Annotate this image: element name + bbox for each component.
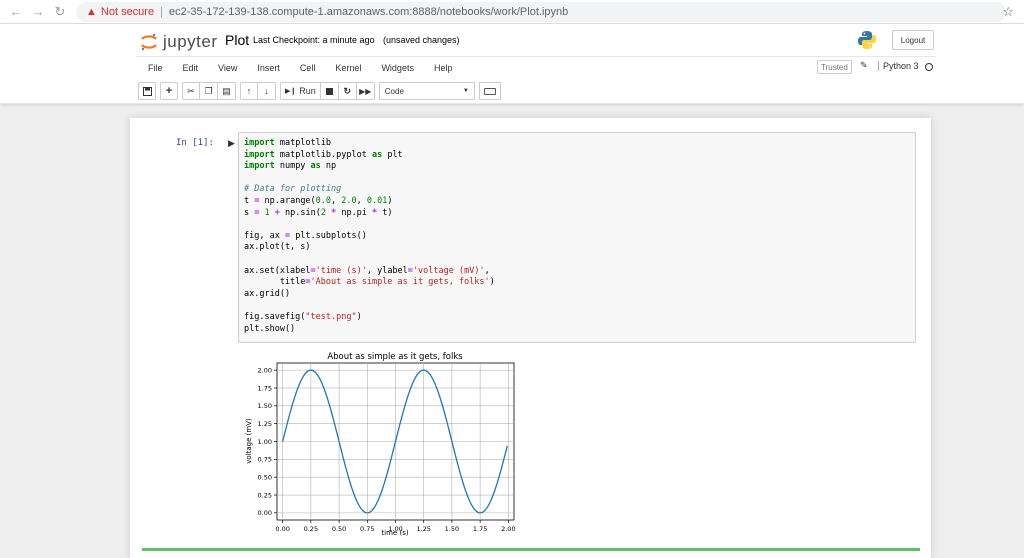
code-editor[interactable]: import matplotlib import matplotlib.pypl… — [244, 138, 495, 335]
menubar: File Edit View Insert Cell Kernel Widget… — [136, 56, 936, 78]
jupyter-header: jupyter Plot Last Checkpoint: a minute a… — [0, 24, 1024, 104]
menu-help[interactable]: Help — [424, 63, 463, 73]
security-label: Not secure — [100, 6, 155, 18]
fast-forward-icon: ▶▶ — [359, 86, 372, 96]
menu-file[interactable]: File — [136, 63, 173, 73]
warning-icon: ▲ — [86, 6, 97, 18]
address-bar[interactable]: ▲ Not secure | ec2-35-172-139-138.comput… — [76, 2, 1006, 22]
notebook-name[interactable]: Plot — [225, 32, 249, 48]
arrow-up-icon: ↑ — [246, 86, 252, 96]
trusted-badge[interactable]: Trusted — [817, 60, 852, 74]
copy-button[interactable]: ❐ — [200, 82, 218, 100]
forward-arrow-icon[interactable]: → — [30, 4, 46, 20]
input-prompt: In [1]: — [176, 138, 214, 148]
x-tick-label: 0.25 — [304, 525, 318, 533]
reload-icon[interactable]: ↻ — [52, 4, 68, 20]
save-icon — [142, 86, 152, 96]
restart-icon: ↻ — [343, 85, 352, 96]
x-tick-label: 0.75 — [360, 525, 374, 533]
y-tick-label: 1.25 — [258, 420, 272, 428]
notebook-toolbar: + ✂ ❐ ▤ ↑ ↓ ▶❙ Run ↻ ▶▶ Code ▼ — [138, 81, 501, 101]
insert-cell-button[interactable]: + — [160, 82, 178, 100]
step-forward-icon: ▶❙ — [285, 88, 297, 95]
y-tick-label: 0.25 — [258, 491, 272, 499]
y-tick-label: 1.50 — [258, 402, 272, 410]
logout-button[interactable]: Logout — [892, 30, 934, 50]
menu-edit[interactable]: Edit — [173, 63, 209, 73]
url-text: ec2-35-172-139-138.compute-1.amazonaws.c… — [168, 6, 569, 18]
x-tick-label: 0.00 — [275, 525, 289, 533]
restart-run-all-button[interactable]: ▶▶ — [356, 82, 375, 100]
chart-title: About as simple as it gets, folks — [327, 352, 463, 362]
back-arrow-icon[interactable]: ← — [8, 4, 24, 20]
command-palette-button[interactable] — [478, 82, 501, 100]
plot-output: About as simple as it gets, folks 0.00 0.… — [245, 352, 516, 537]
unsaved-status: (unsaved changes) — [383, 35, 460, 45]
x-tick-label: 0.50 — [332, 525, 346, 533]
paste-icon: ▤ — [222, 85, 231, 96]
x-tick-label: 1.75 — [473, 525, 487, 533]
run-button[interactable]: ▶❙ Run — [280, 82, 321, 100]
y-axis-ticks: 0.00 0.25 0.50 0.75 1.00 1.25 1.50 1.75 2.00 — [258, 366, 277, 517]
menu-kernel[interactable]: Kernel — [325, 63, 371, 73]
x-tick-label: 2.00 — [501, 525, 515, 533]
y-axis-label: voltage (mV) — [245, 418, 253, 464]
jupyter-logo[interactable]: jupyter — [140, 32, 218, 52]
paste-button[interactable]: ▤ — [218, 82, 236, 100]
plus-icon: + — [165, 85, 173, 97]
python-logo-icon — [858, 31, 876, 49]
jupyter-logo-icon — [141, 33, 157, 51]
kernel-idle-indicator — [925, 63, 933, 71]
move-down-button[interactable]: ↓ — [258, 82, 276, 100]
y-tick-label: 0.75 — [258, 456, 272, 464]
stop-icon — [325, 87, 333, 95]
x-axis-label: time (s) — [381, 529, 408, 537]
cut-button[interactable]: ✂ — [182, 82, 200, 100]
bookmark-star-icon[interactable]: ☆ — [1002, 4, 1014, 20]
y-tick-label: 2.00 — [258, 366, 272, 374]
cell-type-select[interactable]: Code ▼ — [378, 82, 475, 100]
y-tick-label: 1.75 — [258, 384, 272, 392]
checkpoint-status: Last Checkpoint: a minute ago — [253, 35, 375, 45]
restart-button[interactable]: ↻ — [338, 82, 357, 100]
menu-view[interactable]: View — [208, 63, 247, 73]
browser-bar: ← → ↻ ▲ Not secure | ec2-35-172-139-138.… — [0, 0, 1024, 24]
x-tick-label: 1.25 — [416, 525, 430, 533]
menu-widgets[interactable]: Widgets — [371, 63, 424, 73]
menu-cell[interactable]: Cell — [290, 63, 326, 73]
scissors-icon: ✂ — [187, 85, 195, 96]
keyboard-icon — [483, 87, 496, 95]
cell-type-value: Code — [384, 86, 404, 96]
copy-icon: ❐ — [204, 85, 213, 96]
address-separator: | — [160, 6, 163, 18]
interrupt-button[interactable] — [320, 82, 339, 100]
move-up-button[interactable]: ↑ — [240, 82, 258, 100]
arrow-down-icon: ↓ — [264, 86, 269, 96]
code-cell-input[interactable]: import matplotlib import matplotlib.pypl… — [238, 132, 916, 343]
kernel-name[interactable]: Python 3 — [878, 61, 919, 71]
y-tick-label: 0.00 — [258, 509, 272, 517]
pencil-icon[interactable]: ✎ — [860, 60, 868, 71]
y-tick-label: 0.50 — [258, 473, 272, 481]
y-tick-label: 1.00 — [258, 438, 272, 446]
run-label: Run — [299, 86, 316, 96]
save-button[interactable] — [138, 82, 156, 100]
dropdown-caret-icon: ▼ — [462, 88, 469, 94]
jupyter-logo-text: jupyter — [163, 32, 218, 51]
x-tick-label: 1.50 — [445, 525, 459, 533]
menu-insert[interactable]: Insert — [247, 63, 290, 73]
